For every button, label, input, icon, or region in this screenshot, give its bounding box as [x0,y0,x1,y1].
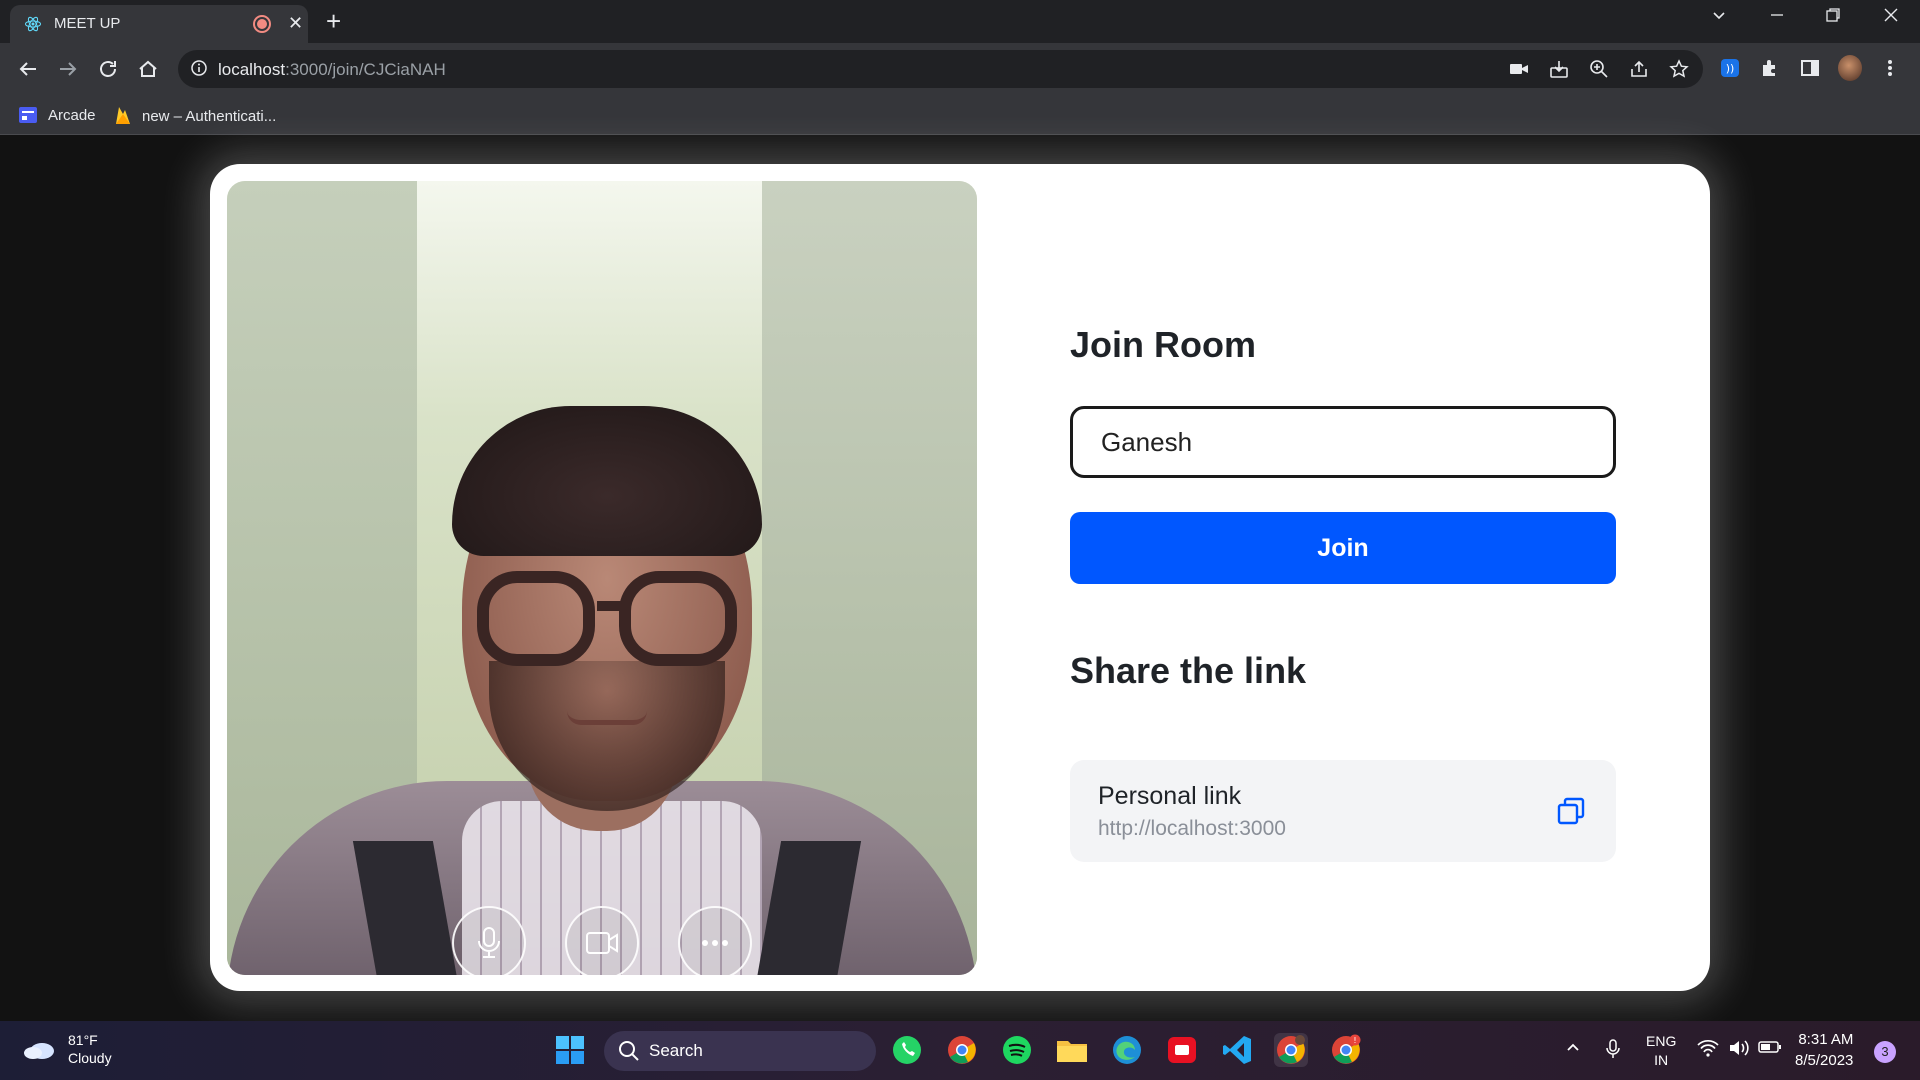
close-window-button[interactable] [1882,6,1900,29]
site-info-icon[interactable] [190,59,208,82]
join-room-heading: Join Room [1070,324,1256,365]
chrome-badge: ! [1353,1036,1356,1045]
camera-in-use-icon[interactable] [1507,57,1531,81]
share-link-heading: Share the link [1070,650,1307,691]
reload-icon[interactable] [94,55,122,83]
weather-widget[interactable]: 81°F Cloudy [22,1031,112,1067]
clock-date: 8/5/2023 [1795,1052,1854,1069]
weather-desc: Cloudy [68,1050,112,1066]
extension-blue-icon[interactable]: )) [1718,56,1742,80]
search-icon [619,1041,639,1061]
close-tab-button[interactable]: ✕ [288,13,303,34]
volume-icon[interactable] [1728,1039,1750,1060]
chrome-icon[interactable] [945,1033,979,1067]
browser-menu-icon[interactable] [1878,56,1902,80]
personal-link-label: Personal link [1098,782,1242,810]
camera-icon [586,932,618,954]
glasses-bridge [597,601,625,611]
recording-indicator-icon [255,17,269,31]
show-hidden-icons-chevron-icon[interactable] [1565,1039,1581,1058]
tab-title: MEET UP [54,15,121,32]
file-explorer-icon[interactable] [1055,1033,1089,1067]
glasses-lens [619,571,737,666]
home-icon[interactable] [134,55,162,83]
weather-temp: 81°F [68,1032,98,1048]
back-arrow-icon[interactable] [14,55,42,83]
language-code: ENG [1646,1033,1677,1049]
browser-toolbar: localhost:3000/join/CJCiaNAH )) [0,43,1920,95]
more-icon [702,940,728,946]
edge-icon[interactable] [1110,1033,1144,1067]
mic-icon [478,927,500,958]
mic-toggle-button[interactable] [452,906,526,975]
firebase-icon [116,107,130,124]
taskbar: 81°F Cloudy Search ! ENG IN 8:31 AM 8/5/… [0,1021,1920,1080]
camera-toggle-button[interactable] [565,906,639,975]
name-input[interactable] [1070,406,1616,478]
personal-link-url: http://localhost:3000 [1098,817,1286,840]
zoom-icon[interactable] [1587,57,1611,81]
arcade-icon [19,107,37,123]
language-indicator[interactable]: ENG IN [1646,1032,1676,1070]
bookmark-firebase[interactable]: new – Authenticati... [114,105,276,127]
bookmark-arcade[interactable]: Arcade [18,105,96,125]
new-tab-button[interactable]: + [326,6,341,37]
side-panel-icon[interactable] [1798,56,1822,80]
region-code: IN [1654,1052,1669,1068]
url-text[interactable]: localhost:3000/join/CJCiaNAH [218,60,446,80]
system-clock[interactable]: 8:31 AM 8/5/2023 [1795,1029,1853,1071]
more-options-button[interactable] [678,906,752,975]
browser-tab[interactable]: MEET UP ✕ [10,5,308,43]
vscode-icon[interactable] [1220,1033,1254,1067]
url-path: :3000/join/CJCiaNAH [285,60,446,79]
address-bar[interactable]: localhost:3000/join/CJCiaNAH [178,50,1703,88]
battery-icon[interactable] [1758,1039,1782,1058]
chrome-alt-icon[interactable]: ! [1329,1033,1363,1067]
install-app-icon[interactable] [1547,57,1571,81]
red-app-icon[interactable] [1165,1033,1199,1067]
share-icon[interactable] [1627,57,1651,81]
page-viewport: Join Room Join Share the link Personal l… [0,136,1920,1021]
extensions-puzzle-icon[interactable] [1758,56,1782,80]
chrome-profile-icon[interactable] [1274,1033,1308,1067]
search-label: Search [649,1041,703,1060]
bookmark-label: Arcade [48,106,96,124]
personal-link-box: Personal link http://localhost:3000 [1070,760,1616,862]
camera-preview [227,181,977,975]
microphone-tray-icon[interactable] [1606,1039,1620,1062]
bookmark-star-icon[interactable] [1667,57,1691,81]
minimize-button[interactable] [1768,6,1786,29]
spotify-icon[interactable] [1000,1033,1034,1067]
clock-time: 8:31 AM [1798,1031,1854,1048]
profile-avatar[interactable] [1838,55,1862,81]
restore-button[interactable] [1824,6,1842,29]
join-button[interactable]: Join [1070,512,1616,584]
person-mouth [567,711,647,725]
windows-logo-icon [556,1036,584,1064]
svg-text:)): )) [1726,62,1735,75]
extensions-area: )) [1718,55,1902,81]
copy-icon[interactable] [1556,796,1586,826]
browser-titlebar: MEET UP ✕ + [0,0,1920,43]
join-card: Join Room Join Share the link Personal l… [210,164,1710,991]
bookmarks-bar: Arcade new – Authenticati... [0,95,1920,135]
whatsapp-icon[interactable] [890,1033,924,1067]
notification-count-badge[interactable]: 3 [1874,1041,1896,1063]
react-logo-icon [24,16,42,32]
omnibox-actions [1507,57,1691,81]
forward-arrow-icon[interactable] [54,55,82,83]
wifi-icon[interactable] [1697,1039,1719,1060]
taskbar-search[interactable]: Search [604,1031,876,1071]
tab-search-chevron-icon[interactable] [1710,6,1728,29]
start-button[interactable] [553,1033,587,1067]
bookmark-label: new – Authenticati... [142,107,277,125]
glasses-lens [477,571,595,666]
cloud-icon [24,1043,54,1059]
url-host: localhost [218,60,286,79]
